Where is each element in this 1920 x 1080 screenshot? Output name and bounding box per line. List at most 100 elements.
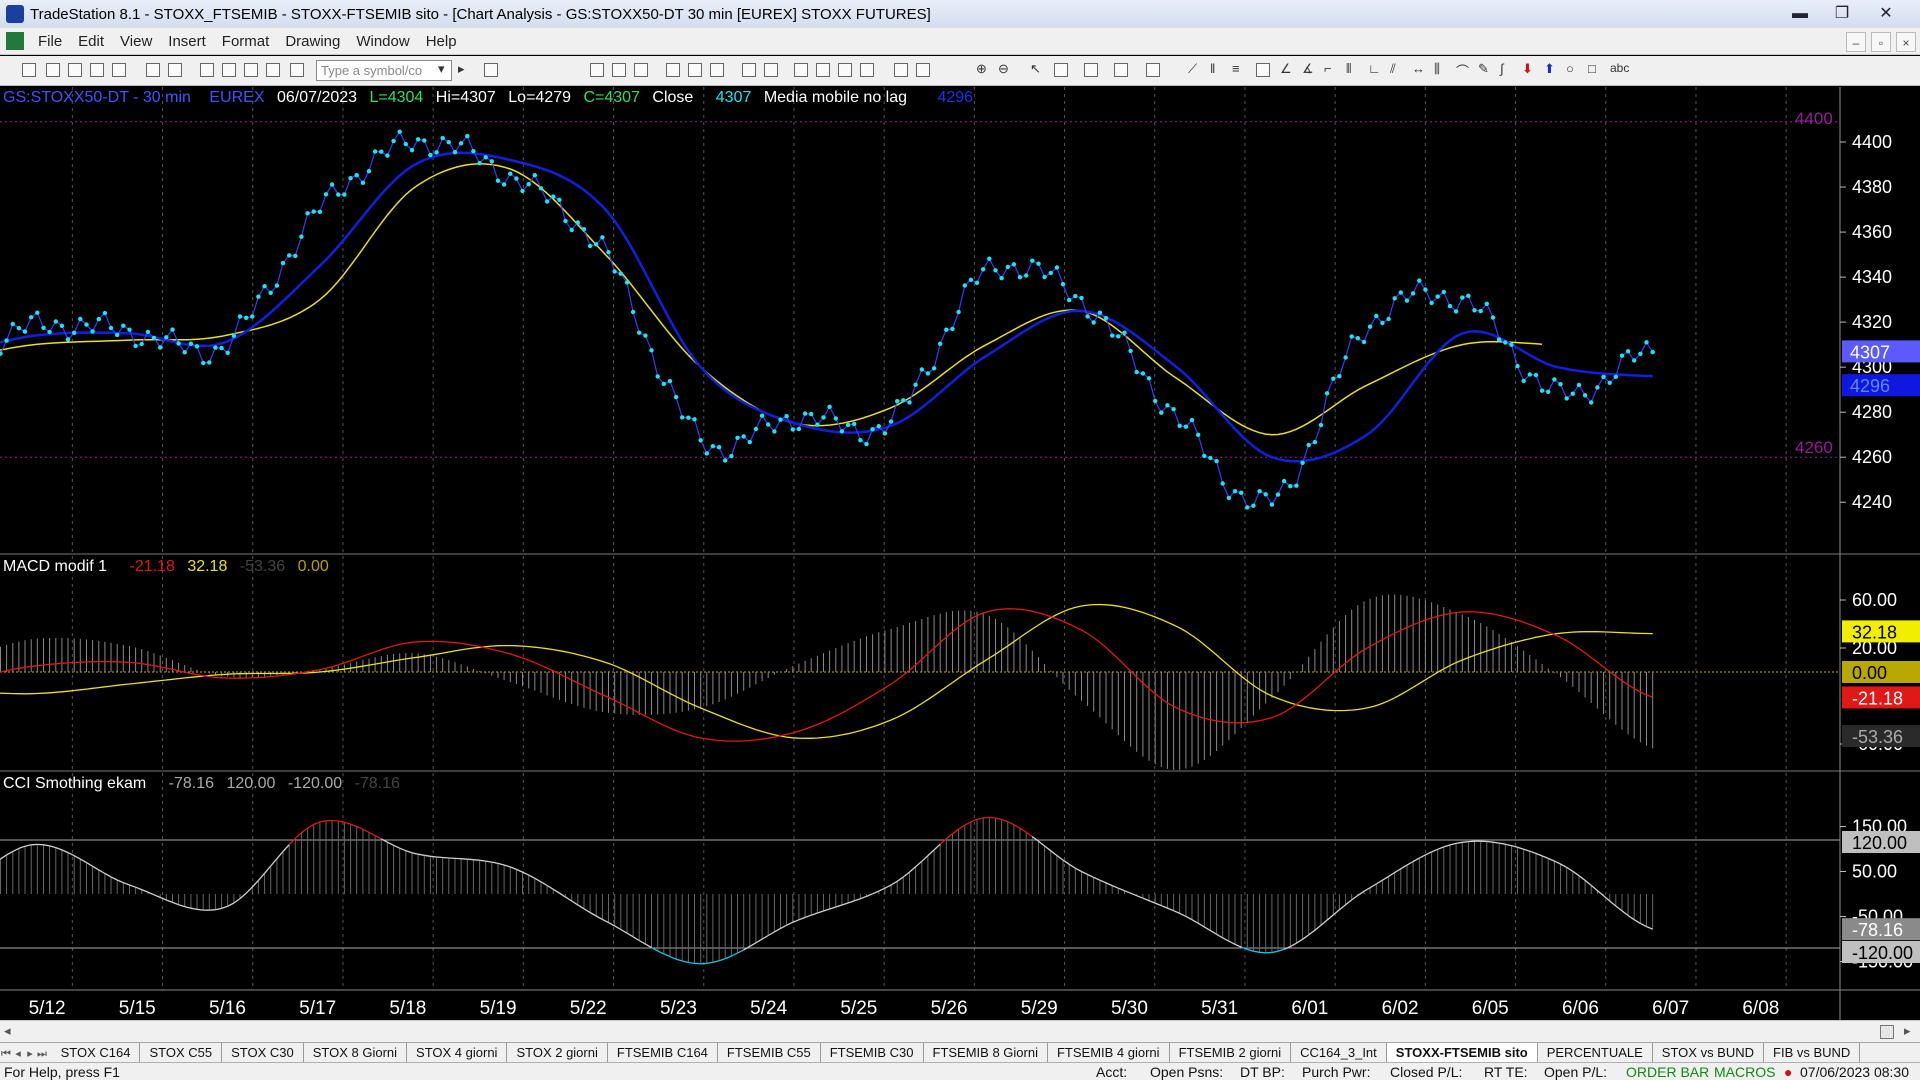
zoom-out-icon[interactable]: ⊖	[998, 61, 1009, 77]
chart-window-icon[interactable]	[6, 32, 24, 50]
disabled-icon[interactable]	[1146, 63, 1160, 77]
tab-next-icon[interactable]: ▸	[24, 1047, 36, 1060]
tool-window-1-icon[interactable]	[742, 63, 756, 77]
doc-close-button[interactable]: ×	[1896, 32, 1916, 52]
workspace-tab[interactable]: FTSEMIB 8 Giorni	[924, 1043, 1048, 1062]
down-arrow-icon[interactable]: ⬇	[1522, 61, 1533, 77]
radar-icon[interactable]	[222, 63, 236, 77]
menu-window[interactable]: Window	[348, 33, 417, 50]
time-zones-icon[interactable]: ⫼	[1434, 61, 1440, 77]
angle-icon[interactable]: ∡	[1302, 61, 1314, 77]
tab-first-icon[interactable]: ⏮	[0, 1048, 12, 1061]
trendline-icon[interactable]: ⟋	[1188, 61, 1197, 77]
menu-file[interactable]: File	[30, 33, 70, 50]
lines-icon[interactable]: ⫴	[1346, 61, 1351, 77]
fan-icon[interactable]: ∠	[1280, 61, 1292, 77]
scroll-thumb[interactable]	[1880, 1025, 1894, 1039]
chart-analysis-window[interactable]: 4400 4380 4360 4340 4320 4300 4280 4260 4240 4400…	[0, 87, 1920, 1020]
rectangle-icon[interactable]: □	[1588, 61, 1596, 76]
text-tool-icon[interactable]: abc	[1610, 61, 1629, 75]
workspace-tab[interactable]: STOX C55	[140, 1043, 223, 1062]
tool-grid-2-icon[interactable]	[612, 63, 626, 77]
arc-icon[interactable]: ⌒	[1456, 61, 1469, 80]
chart-canvas[interactable]: 4400438043604340432043004280426042404400…	[0, 87, 1920, 1020]
tab-last-icon[interactable]: ⏭	[36, 1048, 48, 1061]
new-icon[interactable]	[22, 63, 36, 77]
copy-icon[interactable]	[1114, 63, 1128, 77]
pointer-icon[interactable]: ↖	[1030, 61, 1041, 77]
tab-prev-icon[interactable]: ◂	[12, 1047, 24, 1060]
scroll-right-icon[interactable]: ▸	[1904, 1023, 1911, 1039]
workspace-tab[interactable]: STOX 4 giorni	[407, 1043, 508, 1062]
horizontal-arrow-icon[interactable]: ↔	[1412, 61, 1425, 76]
workspace-tab[interactable]: FTSEMIB 2 giorni	[1170, 1043, 1292, 1062]
symbol-dropdown-icon[interactable]: ▾	[438, 61, 445, 77]
symbol-go-icon[interactable]: ▸	[458, 61, 465, 77]
print-icon[interactable]	[146, 63, 160, 77]
menu-format[interactable]: Format	[214, 33, 278, 50]
minimize-button[interactable]: ▬	[1780, 2, 1820, 26]
doc-restore-button[interactable]: ▫	[1871, 32, 1891, 52]
status-order-bar[interactable]: ORDER BAR	[1626, 1064, 1709, 1080]
workspace-tab[interactable]: STOX 8 Giorni	[304, 1043, 408, 1062]
parallel-icon[interactable]: ⫽	[1390, 61, 1396, 77]
tool-window-3-icon[interactable]	[794, 63, 808, 77]
chart-icon[interactable]	[200, 63, 214, 77]
maximize-button[interactable]: ❐	[1822, 2, 1862, 26]
open-icon[interactable]	[46, 63, 60, 77]
scroll-left-icon[interactable]: ◂	[4, 1023, 11, 1039]
fib-icon[interactable]	[1256, 63, 1270, 77]
workspace-tab[interactable]: FTSEMIB C55	[718, 1043, 821, 1062]
symbol-input[interactable]: Type a symbol/co	[316, 60, 452, 81]
format-icon[interactable]	[1054, 63, 1068, 77]
print-preview-icon[interactable]	[168, 63, 182, 77]
tool-chart-3-icon[interactable]	[710, 63, 724, 77]
tool-window-4-icon[interactable]	[816, 63, 830, 77]
workspace-tab[interactable]: FTSEMIB C164	[608, 1043, 718, 1062]
tool-chart-2-icon[interactable]	[688, 63, 702, 77]
macros-icon[interactable]	[290, 63, 304, 77]
vertical-lines-icon[interactable]: ‖	[1210, 61, 1215, 76]
workspace-tab[interactable]: PERCENTUALE	[1538, 1043, 1653, 1062]
doc-minimize-button[interactable]: –	[1846, 32, 1866, 52]
menu-view[interactable]: View	[112, 33, 160, 50]
tool-bar-spacing-2-icon[interactable]	[916, 63, 930, 77]
workspace-tab[interactable]: FIB vs BUND	[1764, 1043, 1861, 1062]
angle-2-icon[interactable]: ∟	[1368, 61, 1381, 76]
hammer-icon[interactable]	[1084, 63, 1098, 77]
workspace-tab[interactable]: CC164_3_Int	[1291, 1043, 1387, 1062]
save-icon[interactable]	[112, 63, 126, 77]
workspace-tab[interactable]: STOX C164	[52, 1043, 141, 1062]
menu-insert[interactable]: Insert	[160, 33, 214, 50]
curve-icon[interactable]: ∫	[1500, 61, 1504, 76]
tool-bar-spacing-icon[interactable]	[894, 63, 908, 77]
open-workspace-icon[interactable]	[68, 63, 82, 77]
up-arrow-icon[interactable]: ⬆	[1544, 61, 1555, 77]
zoom-in-icon[interactable]: ⊕	[976, 61, 987, 77]
workspace-tab[interactable]: STOX vs BUND	[1653, 1043, 1765, 1062]
workspace-tab[interactable]: FTSEMIB C30	[821, 1043, 924, 1062]
step-icon[interactable]: ⌐	[1324, 61, 1332, 76]
tool-grid-1-icon[interactable]	[590, 63, 604, 77]
strategy-icon[interactable]	[266, 63, 280, 77]
new-window-icon[interactable]	[90, 63, 104, 77]
horizontal-lines-icon[interactable]: ≡	[1232, 61, 1240, 76]
horizontal-scrollbar[interactable]: ◂ ▸	[0, 1020, 1920, 1042]
menu-drawing[interactable]: Drawing	[277, 33, 348, 50]
tool-window-5-icon[interactable]	[838, 63, 852, 77]
status-macros[interactable]: MACROS	[1714, 1064, 1775, 1080]
lock-icon[interactable]	[244, 63, 258, 77]
tool-window-2-icon[interactable]	[764, 63, 778, 77]
menu-help[interactable]: Help	[418, 33, 465, 50]
pencil-icon[interactable]: ✎	[1478, 61, 1489, 77]
workspace-tab[interactable]: STOXX-FTSEMIB sito	[1386, 1043, 1538, 1062]
tool-chart-1-icon[interactable]	[666, 63, 680, 77]
workspace-tab[interactable]: FTSEMIB 4 giorni	[1048, 1043, 1170, 1062]
ellipse-icon[interactable]: ○	[1566, 61, 1574, 76]
menu-edit[interactable]: Edit	[70, 33, 112, 50]
tool-window-6-icon[interactable]	[860, 63, 874, 77]
workspace-tab[interactable]: STOX C30	[222, 1043, 304, 1062]
tool-grid-3-icon[interactable]	[634, 63, 648, 77]
symbol-lookup-icon[interactable]	[484, 63, 498, 77]
close-button[interactable]: ✕	[1866, 2, 1906, 26]
